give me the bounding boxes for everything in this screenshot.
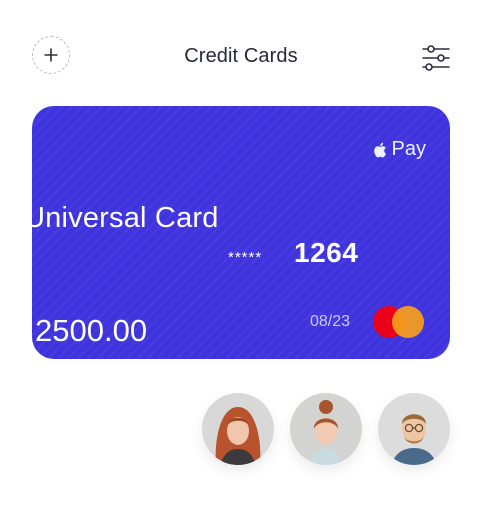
- header: Credit Cards: [0, 0, 482, 110]
- avatar[interactable]: [202, 393, 274, 465]
- sliders-icon: [422, 45, 450, 71]
- apple-pay-badge: Pay: [373, 138, 426, 161]
- filter-button[interactable]: [420, 42, 452, 74]
- contacts-row: [0, 393, 482, 473]
- card-number-mask: *****: [228, 249, 263, 266]
- page-title: Credit Cards: [184, 45, 298, 67]
- contact-photo: [202, 393, 274, 465]
- apple-icon: [373, 142, 386, 157]
- avatar[interactable]: [378, 393, 450, 465]
- wallet-label: Pay: [391, 138, 426, 160]
- mastercard-logo: [370, 306, 426, 338]
- avatar[interactable]: [290, 393, 362, 465]
- card-last-four: 1264: [294, 237, 359, 268]
- credit-card[interactable]: Pay Universal Card ***** 1264 2500.00 08…: [32, 106, 450, 359]
- card-expiry: 08/23: [310, 313, 351, 330]
- contact-photo: [290, 393, 362, 465]
- card-name: Universal Card: [32, 202, 219, 234]
- card-balance: 2500.00: [35, 313, 148, 348]
- contact-photo: [378, 393, 450, 465]
